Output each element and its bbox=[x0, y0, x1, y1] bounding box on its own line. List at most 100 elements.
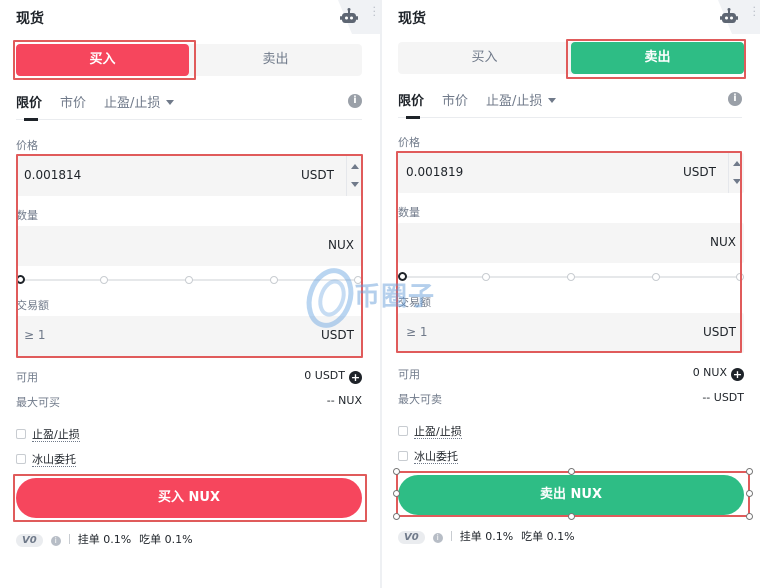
slider-node-50[interactable] bbox=[567, 273, 575, 281]
panel-header: 现货 · · · bbox=[382, 0, 760, 34]
info-icon[interactable]: i bbox=[348, 94, 362, 108]
slider-node-100[interactable] bbox=[736, 273, 744, 281]
increment-icon[interactable] bbox=[733, 161, 741, 166]
vip-level-badge: V0 bbox=[16, 534, 43, 547]
tab-buy[interactable]: 买入 bbox=[16, 44, 189, 76]
total-placeholder: ≥ 1 bbox=[406, 325, 428, 339]
amount-input[interactable]: NUX bbox=[398, 223, 744, 263]
available-row: 可用 0 USDT + bbox=[16, 369, 362, 385]
resize-handle bbox=[393, 468, 400, 475]
iceberg-checkbox[interactable]: 冰山委托 bbox=[16, 451, 76, 467]
price-unit: USDT bbox=[683, 165, 716, 179]
order-type-tabs: 限价 市价 止盈/止损 i bbox=[398, 90, 742, 119]
max-value: -- NUX bbox=[326, 394, 362, 407]
price-stepper[interactable] bbox=[728, 153, 744, 193]
fee-info-icon[interactable]: i bbox=[50, 536, 61, 546]
tpsl-label: 止盈/止损 bbox=[414, 425, 462, 439]
checkbox-icon[interactable] bbox=[398, 451, 408, 461]
slider-node-0[interactable] bbox=[398, 272, 407, 281]
slider-node-50[interactable] bbox=[185, 276, 193, 284]
available-value-wrap: 0 USDT + bbox=[304, 369, 362, 384]
tab-limit-underline bbox=[406, 116, 420, 119]
tab-sell[interactable]: 卖出 bbox=[189, 44, 362, 76]
available-value: 0 USDT bbox=[304, 369, 345, 382]
add-funds-icon[interactable]: + bbox=[731, 368, 744, 381]
robot-icon[interactable] bbox=[340, 8, 358, 24]
checkbox-icon[interactable] bbox=[398, 426, 408, 436]
iceberg-checkbox[interactable]: 冰山委托 bbox=[398, 448, 458, 464]
buy-submit-button[interactable]: 买入 NUX bbox=[16, 478, 362, 518]
panel-header: 现货 · · · bbox=[0, 0, 380, 34]
info-icon[interactable]: i bbox=[728, 92, 742, 106]
total-placeholder: ≥ 1 bbox=[24, 328, 46, 342]
maker-fee: 挂单 0.1% bbox=[77, 533, 132, 546]
available-label: 可用 bbox=[16, 371, 38, 384]
max-label: 最大可卖 bbox=[398, 393, 442, 406]
more-icon[interactable]: · · · bbox=[753, 2, 757, 21]
amount-slider[interactable] bbox=[16, 274, 362, 286]
more-icon[interactable]: · · · bbox=[373, 2, 377, 21]
resize-handle bbox=[393, 513, 400, 520]
total-label: 交易额 bbox=[16, 299, 49, 312]
tab-stop-label: 止盈/止损 bbox=[104, 96, 161, 111]
checkbox-icon[interactable] bbox=[16, 429, 26, 439]
sell-submit-button[interactable]: 卖出 NUX bbox=[398, 475, 744, 515]
price-label: 价格 bbox=[16, 139, 38, 152]
available-value-wrap: 0 NUX + bbox=[693, 366, 744, 381]
order-type-tabs: 限价 市价 止盈/止损 i bbox=[16, 92, 362, 121]
total-unit: USDT bbox=[703, 325, 736, 339]
tab-sell[interactable]: 卖出 bbox=[571, 42, 744, 74]
resize-handle bbox=[568, 468, 575, 475]
resize-handle bbox=[746, 468, 753, 475]
increment-icon[interactable] bbox=[351, 164, 359, 169]
max-value: -- USDT bbox=[702, 391, 744, 404]
taker-fee: 吃单 0.1% bbox=[139, 533, 193, 546]
amount-unit: NUX bbox=[710, 235, 736, 249]
price-input[interactable]: 0.001814 USDT bbox=[16, 156, 362, 196]
maker-fee: 挂单 0.1% bbox=[459, 530, 514, 543]
price-value: 0.001819 bbox=[406, 165, 464, 179]
max-row: 最大可卖 -- USDT bbox=[398, 391, 744, 407]
total-unit: USDT bbox=[321, 328, 354, 342]
slider-node-0[interactable] bbox=[16, 275, 25, 284]
amount-input[interactable]: NUX bbox=[16, 226, 362, 266]
slider-node-100[interactable] bbox=[354, 276, 362, 284]
fee-info: V0 i 挂单 0.1% 吃单 0.1% bbox=[398, 528, 575, 544]
tab-limit[interactable]: 限价 bbox=[398, 90, 424, 109]
tab-stop[interactable]: 止盈/止损 bbox=[486, 90, 557, 109]
price-stepper[interactable] bbox=[346, 156, 362, 196]
amount-slider[interactable] bbox=[398, 271, 744, 283]
vip-level-badge: V0 bbox=[398, 531, 425, 544]
robot-icon[interactable] bbox=[720, 8, 738, 24]
tpsl-label: 止盈/止损 bbox=[32, 428, 80, 442]
total-input[interactable]: ≥ 1 USDT bbox=[398, 313, 744, 353]
iceberg-label: 冰山委托 bbox=[32, 453, 76, 467]
slider-node-75[interactable] bbox=[652, 273, 660, 281]
tab-buy[interactable]: 买入 bbox=[398, 42, 571, 74]
total-label: 交易额 bbox=[398, 296, 431, 309]
taker-fee: 吃单 0.1% bbox=[521, 530, 575, 543]
checkbox-icon[interactable] bbox=[16, 454, 26, 464]
slider-node-25[interactable] bbox=[100, 276, 108, 284]
total-input[interactable]: ≥ 1 USDT bbox=[16, 316, 362, 356]
available-row: 可用 0 NUX + bbox=[398, 366, 744, 382]
decrement-icon[interactable] bbox=[351, 182, 359, 187]
tab-limit-underline bbox=[24, 118, 38, 121]
price-unit: USDT bbox=[301, 168, 334, 182]
fee-info-icon[interactable]: i bbox=[432, 533, 443, 543]
buy-sell-switch: 买入 卖出 bbox=[398, 42, 744, 74]
slider-node-75[interactable] bbox=[270, 276, 278, 284]
slider-node-25[interactable] bbox=[482, 273, 490, 281]
tab-stop[interactable]: 止盈/止损 bbox=[104, 92, 175, 111]
decrement-icon[interactable] bbox=[733, 179, 741, 184]
price-input[interactable]: 0.001819 USDT bbox=[398, 153, 744, 193]
tab-market[interactable]: 市价 bbox=[442, 90, 468, 109]
tpsl-checkbox[interactable]: 止盈/止损 bbox=[16, 426, 80, 442]
tpsl-checkbox[interactable]: 止盈/止损 bbox=[398, 423, 462, 439]
add-funds-icon[interactable]: + bbox=[349, 371, 362, 384]
tab-limit[interactable]: 限价 bbox=[16, 92, 42, 111]
resize-handle bbox=[568, 513, 575, 520]
tab-market[interactable]: 市价 bbox=[60, 92, 86, 111]
buy-sell-switch: 买入 卖出 bbox=[16, 44, 362, 76]
resize-handle bbox=[393, 490, 400, 497]
